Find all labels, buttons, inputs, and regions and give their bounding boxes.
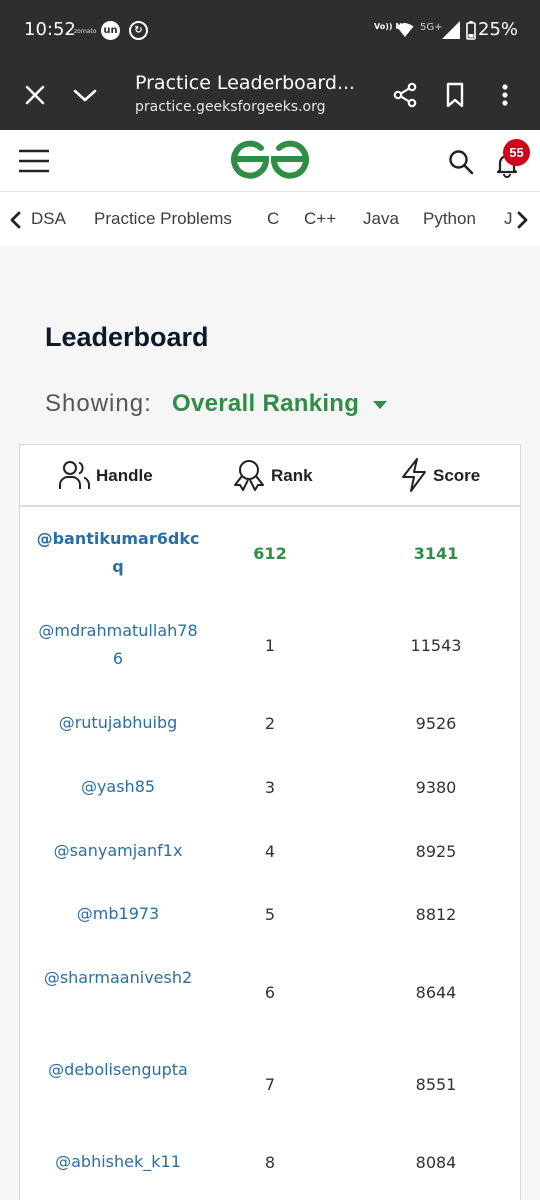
status-app-icon: un (101, 21, 120, 40)
row-handle[interactable]: @sanyamjanf1x (34, 837, 202, 865)
browser-page-title[interactable]: Practice Leaderboard... (135, 72, 355, 94)
row-rank: 2 (264, 714, 276, 733)
row-score: 8812 (415, 905, 457, 924)
close-icon[interactable] (20, 80, 50, 110)
bookmark-icon[interactable] (440, 80, 470, 110)
chevron-down-icon[interactable] (70, 80, 100, 110)
row-score: 8084 (415, 1153, 457, 1172)
row-rank: 612 (253, 544, 287, 563)
row-handle[interactable]: @rutujabhuibg (34, 709, 202, 737)
row-rank: 3 (264, 778, 276, 797)
row-handle[interactable]: @yash85 (34, 773, 202, 801)
leaderboard-table: Handle Rank Score @bantikumar6dkcq 612 3… (19, 444, 521, 1200)
chevron-right-icon[interactable] (516, 211, 530, 229)
row-score: 8925 (415, 842, 457, 861)
network-type: 5G+ (420, 22, 443, 33)
status-bar: 10:52 zomato un ↻ Vo)) NR 5G+ 25% (0, 0, 540, 62)
lightning-icon (402, 458, 426, 492)
nav-item-c[interactable]: C (267, 209, 279, 229)
nav-item-python[interactable]: Python (423, 209, 476, 229)
column-header-handle[interactable]: Handle (96, 466, 153, 486)
caret-down-icon[interactable] (373, 401, 387, 409)
chevron-left-icon[interactable] (8, 211, 22, 229)
showing-label: Showing: (45, 390, 152, 417)
row-score: 8551 (415, 1075, 457, 1094)
battery-percent: 25% (478, 19, 519, 40)
row-rank: 7 (264, 1075, 276, 1094)
nav-item-java[interactable]: Java (363, 209, 399, 229)
nav-item-cpp[interactable]: C++ (304, 209, 336, 229)
row-score: 9380 (415, 778, 457, 797)
row-rank: 4 (264, 842, 276, 861)
search-icon[interactable] (448, 149, 474, 175)
notification-badge[interactable]: 55 (503, 139, 530, 166)
row-score: 11543 (410, 636, 462, 655)
row-handle[interactable]: @mdrahmatullah786 (34, 617, 202, 673)
status-notification-text: zomato (74, 28, 97, 35)
category-nav: DSA Practice Problems C C++ Java Python … (0, 192, 540, 246)
row-score: 8644 (415, 983, 457, 1002)
wifi-icon (396, 23, 414, 37)
signal-icon (442, 21, 460, 39)
column-header-score[interactable]: Score (433, 466, 480, 486)
row-score: 3141 (413, 544, 459, 563)
table-header: Handle Rank Score (20, 445, 520, 507)
users-icon (59, 461, 91, 489)
row-handle[interactable]: @bantikumar6dkcq (34, 525, 202, 581)
share-icon[interactable] (390, 80, 420, 110)
page-title: Leaderboard (45, 322, 209, 352)
column-header-rank[interactable]: Rank (271, 466, 313, 486)
row-rank: 6 (264, 983, 276, 1002)
row-rank: 1 (264, 636, 276, 655)
row-handle[interactable]: @debolisengupta (34, 1056, 202, 1084)
nav-item-partial[interactable]: J (504, 209, 512, 229)
nav-item-practice-problems[interactable]: Practice Problems (94, 209, 232, 229)
menu-icon[interactable] (18, 149, 50, 173)
row-handle[interactable]: @mb1973 (34, 900, 202, 928)
battery-icon (466, 21, 476, 40)
row-handle[interactable]: @sharmaanivesh2 (34, 964, 202, 992)
browser-toolbar: Practice Leaderboard... practice.geeksfo… (0, 62, 540, 130)
site-header: 55 (0, 130, 540, 192)
award-icon (234, 460, 264, 491)
row-score: 9526 (415, 714, 457, 733)
status-sync-icon: ↻ (129, 21, 148, 40)
nav-item-dsa[interactable]: DSA (31, 209, 66, 229)
browser-url[interactable]: practice.geeksforgeeks.org (135, 99, 326, 115)
gfg-logo[interactable] (230, 139, 310, 183)
ranking-selector[interactable]: Overall Ranking (172, 390, 359, 418)
row-rank: 5 (264, 905, 276, 924)
row-handle[interactable]: @abhishek_k11 (34, 1148, 202, 1176)
status-time: 10:52 (24, 19, 76, 40)
more-vert-icon[interactable] (490, 80, 520, 110)
row-rank: 8 (264, 1153, 276, 1172)
